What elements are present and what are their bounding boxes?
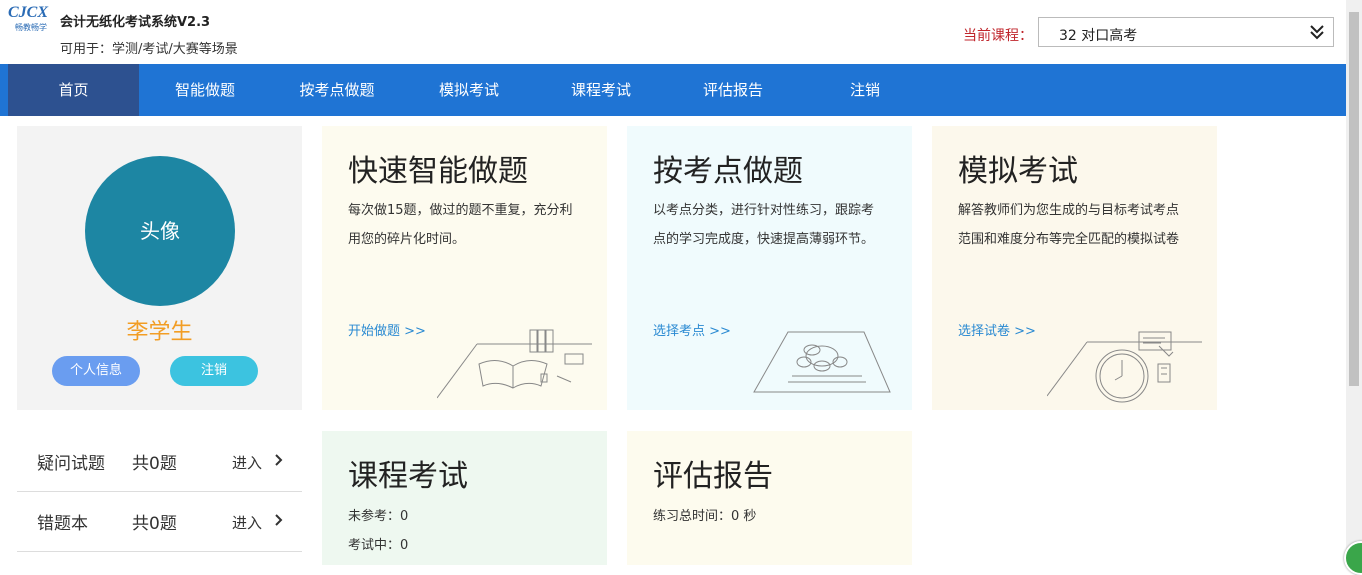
card-description: 以考点分类，进行针对性练习，跟踪考点的学习完成度，快速提高薄弱环节。 [653,203,875,247]
nav-logout[interactable]: 注销 [798,64,932,116]
in-exam-count: 考试中：0 [348,538,409,553]
nav-report[interactable]: 评估报告 [668,64,798,116]
list-item-wrong-book[interactable]: 错题本 共0题 进入 [17,491,302,552]
books-desk-illustration [437,329,592,399]
avatar[interactable]: 头像 [85,156,235,306]
personal-info-button[interactable]: 个人信息 [52,356,140,386]
student-name: 李学生 [126,320,193,345]
list-item-count: 共0题 [132,454,177,474]
nav-point-practice[interactable]: 按考点做题 [270,64,404,116]
nav-home[interactable]: 首页 [8,64,139,116]
chevron-right-icon [275,454,283,466]
profile-panel: 头像 李学生 个人信息 注销 [17,126,302,410]
card-title: 课程考试 [348,459,468,494]
card-point-practice[interactable]: 按考点做题 以考点分类，进行针对性练习，跟踪考点的学习完成度，快速提高薄弱环节。… [627,126,912,410]
scrollbar[interactable] [1346,0,1362,565]
nav-mock-exam[interactable]: 模拟考试 [404,64,534,116]
logo-subtitle: 畅教畅学 [15,23,47,32]
double-chevron-down-icon [1310,25,1324,40]
card-quick-practice[interactable]: 快速智能做题 每次做15题，做过的题不重复，充分利用您的碎片化时间。 开始做题 … [322,126,607,410]
card-mock-exam[interactable]: 模拟考试 解答教师们为您生成的与目标考试考点范围和难度分布等完全匹配的模拟试卷 … [932,126,1217,410]
nav-course-exam[interactable]: 课程考试 [534,64,668,116]
list-item-question-items[interactable]: 疑问试题 共0题 进入 [17,431,302,492]
main-nav: 首页 智能做题 按考点做题 模拟考试 课程考试 评估报告 注销 [0,64,1346,116]
card-description: 解答教师们为您生成的与目标考试考点范围和难度分布等完全匹配的模拟试卷 [958,203,1180,247]
total-practice-time: 练习总时间：0 秒 [653,509,757,524]
select-paper-link[interactable]: 选择试卷 >> [958,320,1036,339]
enter-link[interactable]: 进入 [232,452,262,473]
course-select[interactable]: 32 对口高考 [1038,17,1334,47]
app-title: 会计无纸化考试系统V2.3 [60,15,211,30]
select-point-link[interactable]: 选择考点 >> [653,320,731,339]
list-item-label: 疑问试题 [37,454,105,474]
list-item-label: 错题本 [37,514,88,534]
card-title: 模拟考试 [958,154,1078,189]
card-title: 按考点做题 [653,154,803,189]
enter-link[interactable]: 进入 [232,512,262,533]
profile-logout-button[interactable]: 注销 [170,356,258,386]
card-description: 每次做15题，做过的题不重复，充分利用您的碎片化时间。 [348,203,573,247]
clock-exam-illustration [1047,331,1202,403]
logo: CJCX [8,4,49,21]
course-select-value: 32 对口高考 [1059,28,1138,44]
scrollbar-thumb[interactable] [1349,12,1359,386]
chevron-right-icon [275,514,283,526]
app-subtitle: 可用于：学测/考试/大赛等场景 [60,42,238,57]
card-course-exam[interactable]: 课程考试 未参考：0 考试中：0 [322,431,607,565]
list-item-count: 共0题 [132,514,177,534]
card-title: 快速智能做题 [348,154,528,189]
course-label: 当前课程： [963,28,1033,44]
knowledge-map-illustration [753,331,891,393]
not-attempted-count: 未参考：0 [348,509,409,524]
card-title: 评估报告 [653,459,773,494]
nav-smart-practice[interactable]: 智能做题 [140,64,270,116]
card-report[interactable]: 评估报告 练习总时间：0 秒 [627,431,912,565]
start-practice-link[interactable]: 开始做题 >> [348,320,426,339]
